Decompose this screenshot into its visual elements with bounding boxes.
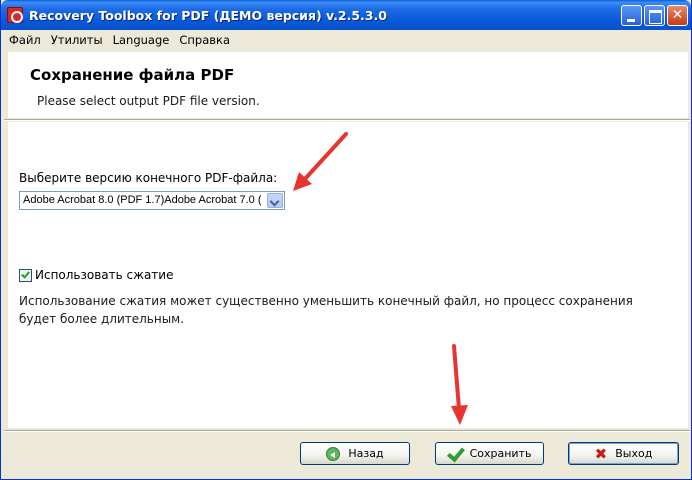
app-window: Recovery Toolbox for PDF (ДЕМО версия) v… (0, 0, 692, 480)
annotation-arrows (293, 132, 468, 425)
annotation-arrow-version (293, 132, 348, 191)
annotation-arrow-save (451, 344, 468, 425)
